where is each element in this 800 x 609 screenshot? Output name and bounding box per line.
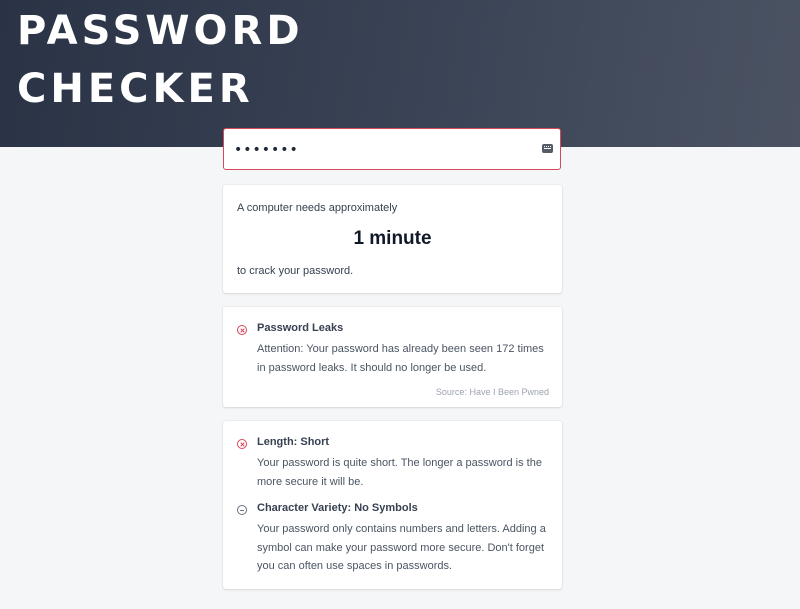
fail-circle-x-icon bbox=[237, 439, 247, 449]
password-checks-card: Length: Short Your password is quite sho… bbox=[223, 421, 562, 589]
password-manager-icon[interactable] bbox=[542, 144, 553, 153]
check-text: Your password only contains numbers and … bbox=[257, 523, 546, 572]
check-text: Your password is quite short. The longer… bbox=[257, 457, 542, 488]
neutral-circle-minus-icon bbox=[237, 505, 247, 515]
hero-banner: PASSWORD CHECKER bbox=[0, 0, 800, 147]
crack-time-card: A computer needs approximately 1 minute … bbox=[223, 185, 562, 293]
crack-time-intro: A computer needs approximately bbox=[237, 202, 398, 214]
leaks-title: Password Leaks bbox=[257, 322, 344, 334]
fail-circle-x-icon bbox=[237, 325, 247, 335]
page-title: PASSWORD CHECKER bbox=[17, 8, 304, 112]
password-leaks-card: Password Leaks Attention: Your password … bbox=[223, 307, 562, 407]
crack-time-value: 1 minute bbox=[353, 228, 432, 249]
leaks-source: Source: Have I Been Pwned bbox=[435, 387, 549, 397]
leaks-text: Attention: Your password has already bee… bbox=[257, 343, 544, 374]
crack-time-outro: to crack your password. bbox=[237, 265, 354, 277]
password-field-container[interactable] bbox=[223, 128, 561, 170]
check-title: Length: Short bbox=[257, 436, 330, 448]
check-title: Character Variety: No Symbols bbox=[257, 502, 418, 514]
password-input[interactable] bbox=[234, 138, 524, 162]
